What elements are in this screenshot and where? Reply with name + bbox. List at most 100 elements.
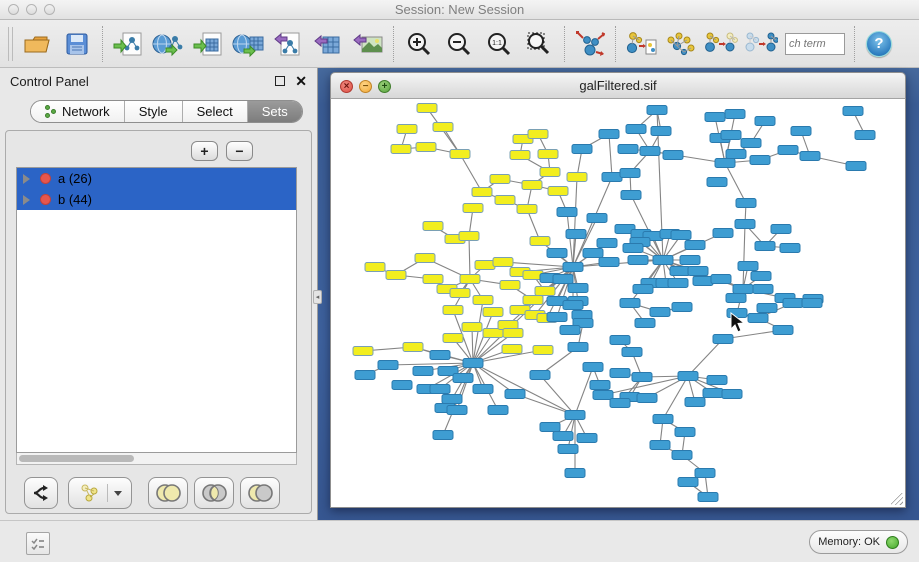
graph-node[interactable] (577, 434, 597, 443)
graph-node[interactable] (618, 145, 638, 154)
graph-node[interactable] (663, 151, 683, 160)
graph-node[interactable] (547, 249, 567, 258)
graph-node[interactable] (783, 299, 803, 308)
graph-node[interactable] (566, 230, 586, 239)
graph-node[interactable] (602, 173, 622, 182)
select-first-neighbors-button[interactable] (661, 25, 701, 63)
add-set-button[interactable]: + (191, 141, 218, 161)
graph-node[interactable] (675, 428, 695, 437)
graph-node[interactable] (413, 367, 433, 376)
graph-node[interactable] (417, 104, 437, 113)
graph-node[interactable] (565, 469, 585, 478)
graph-node[interactable] (626, 125, 646, 134)
graph-node[interactable] (736, 199, 756, 208)
graph-node[interactable] (483, 308, 503, 317)
tab-network[interactable]: Network (31, 101, 125, 122)
graph-node[interactable] (738, 262, 758, 271)
graph-node[interactable] (415, 254, 435, 263)
graph-node[interactable] (505, 390, 525, 399)
graph-node[interactable] (726, 294, 746, 303)
difference-button[interactable] (240, 477, 280, 509)
graph-node[interactable] (707, 376, 727, 385)
scrollbar-thumb[interactable] (19, 455, 134, 462)
graph-node[interactable] (459, 232, 479, 241)
graph-node[interactable] (472, 188, 492, 197)
zoom-selected-button[interactable] (519, 25, 559, 63)
graph-node[interactable] (397, 125, 417, 134)
intersection-button[interactable] (194, 477, 234, 509)
graph-node[interactable] (568, 284, 588, 293)
graph-node[interactable] (722, 390, 742, 399)
graph-node[interactable] (423, 222, 443, 231)
graph-node[interactable] (668, 279, 688, 288)
graph-node[interactable] (650, 441, 670, 450)
graph-node[interactable] (433, 431, 453, 440)
float-panel-icon[interactable] (275, 76, 285, 86)
graph-node[interactable] (653, 415, 673, 424)
graph-node[interactable] (733, 285, 753, 294)
task-history-button[interactable] (26, 532, 50, 555)
graph-node[interactable] (685, 398, 705, 407)
graph-node[interactable] (672, 303, 692, 312)
graph-node[interactable] (563, 263, 583, 272)
graph-node[interactable] (628, 256, 648, 265)
graph-node[interactable] (632, 373, 652, 382)
union-button[interactable] (148, 477, 188, 509)
graph-node[interactable] (635, 319, 655, 328)
export-network-button[interactable] (268, 25, 308, 63)
graph-node[interactable] (416, 143, 436, 152)
tab-sets[interactable]: Sets (248, 101, 302, 122)
graph-node[interactable] (610, 369, 630, 378)
graph-node[interactable] (568, 343, 588, 352)
graph-node[interactable] (688, 267, 708, 276)
graph-node[interactable] (713, 335, 733, 344)
graph-node[interactable] (599, 258, 619, 267)
graph-node[interactable] (685, 241, 705, 250)
search-input[interactable] (785, 33, 845, 55)
open-session-button[interactable] (17, 25, 57, 63)
graph-node[interactable] (599, 130, 619, 139)
zoom-in-button[interactable] (399, 25, 439, 63)
graph-node[interactable] (693, 277, 713, 286)
horizontal-scrollbar[interactable] (16, 453, 297, 465)
graph-node[interactable] (558, 445, 578, 454)
sets-list[interactable]: a (26) b (44) (16, 167, 297, 453)
graph-node[interactable] (548, 187, 568, 196)
graph-node[interactable] (698, 493, 718, 502)
graph-node[interactable] (365, 263, 385, 272)
graph-node[interactable] (430, 351, 450, 360)
graph-node[interactable] (463, 204, 483, 213)
graph-node[interactable] (713, 229, 733, 238)
graph-node[interactable] (490, 175, 510, 184)
graph-node[interactable] (473, 385, 493, 394)
graph-node[interactable] (703, 389, 723, 398)
graph-node[interactable] (403, 343, 423, 352)
graph-node[interactable] (553, 432, 573, 441)
graph-node[interactable] (621, 191, 641, 200)
graph-node[interactable] (540, 168, 560, 177)
graph-node[interactable] (587, 214, 607, 223)
graph-node[interactable] (450, 150, 470, 159)
tab-style[interactable]: Style (125, 101, 183, 122)
graph-node[interactable] (433, 123, 453, 132)
network-graph[interactable] (331, 99, 905, 506)
expand-arrow-icon[interactable] (23, 195, 30, 205)
graph-node[interactable] (538, 150, 558, 159)
graph-node[interactable] (443, 334, 463, 343)
graph-node[interactable] (462, 323, 482, 332)
graph-node[interactable] (620, 169, 640, 178)
graph-node[interactable] (773, 326, 793, 335)
graph-node[interactable] (503, 329, 523, 338)
graph-node[interactable] (672, 451, 692, 460)
graph-node[interactable] (473, 296, 493, 305)
extract-network-button[interactable] (68, 477, 132, 509)
graph-node[interactable] (563, 301, 583, 310)
graph-node[interactable] (748, 314, 768, 323)
graph-node[interactable] (510, 151, 530, 160)
graph-node[interactable] (450, 289, 470, 298)
graph-node[interactable] (670, 267, 690, 276)
graph-node[interactable] (778, 146, 798, 155)
create-view-from-selection-button[interactable] (621, 25, 661, 63)
graph-node[interactable] (725, 110, 745, 119)
graph-node[interactable] (726, 150, 746, 159)
